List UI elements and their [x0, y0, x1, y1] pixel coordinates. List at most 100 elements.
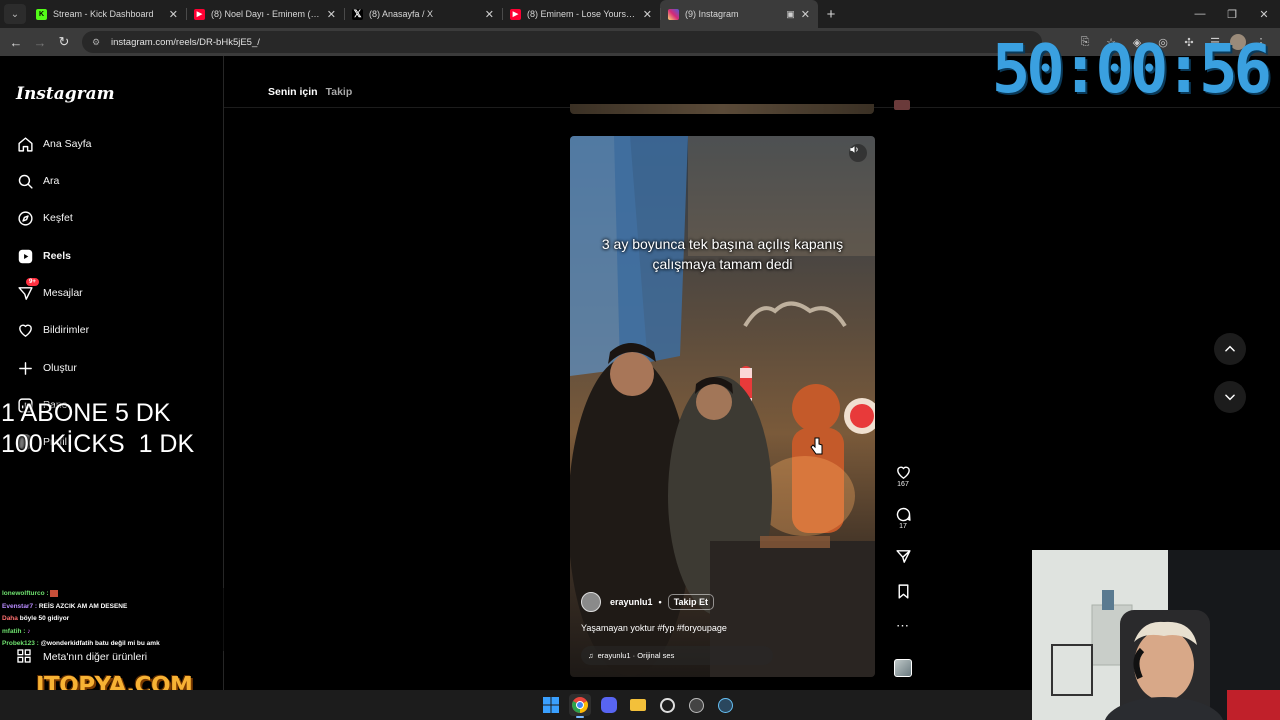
- audio-thumbnail[interactable]: [894, 659, 912, 677]
- new-tab-button[interactable]: +: [818, 0, 844, 28]
- discord-icon: [601, 697, 617, 713]
- reel-video[interactable]: 3 ay boyunca tek başına açılış kapanış ç…: [570, 136, 875, 677]
- picture-in-picture-icon[interactable]: ▣: [786, 9, 795, 20]
- chat-emote: ♪: [27, 627, 31, 635]
- chat-message: lonewolfturco :: [2, 588, 252, 601]
- close-icon[interactable]: ✕: [169, 8, 178, 21]
- reel-caption: 3 ay boyunca tek başına açılış kapanış ç…: [601, 236, 844, 272]
- previous-reel-audio-thumb[interactable]: [894, 100, 910, 110]
- stream-timer: 50:00:56: [991, 31, 1272, 109]
- chat-user: Probek123 :: [2, 640, 39, 647]
- sidebar-item-reels[interactable]: Reels: [16, 244, 71, 268]
- url-text: instagram.com/reels/DR-bHk5jE5_/: [111, 36, 260, 48]
- site-info-icon[interactable]: ⚙: [92, 37, 103, 48]
- reel-username[interactable]: erayunlu1: [610, 597, 653, 607]
- youtube-icon: ▶: [510, 8, 521, 20]
- webcam-feed: [1032, 550, 1280, 720]
- next-reel-button[interactable]: [1214, 381, 1246, 413]
- back-button[interactable]: ←: [4, 30, 28, 54]
- avatar[interactable]: [581, 592, 601, 612]
- close-icon[interactable]: ✕: [485, 8, 494, 21]
- reel-description: Yaşamayan yoktur #fyp #foryoupage: [581, 623, 727, 633]
- instagram-icon: [668, 8, 679, 20]
- sidebar-item-notifications[interactable]: Bildirimler: [16, 318, 89, 342]
- steam-icon: [717, 697, 733, 713]
- sidebar-item-label: Meta'nın diğer ürünleri: [43, 651, 148, 663]
- reload-button[interactable]: ↻: [52, 30, 76, 54]
- browser-tab-kick[interactable]: K Stream - Kick Dashboard ✕: [28, 0, 186, 28]
- previous-reel-preview[interactable]: [570, 104, 874, 114]
- stream-chat: lonewolfturco : Evenstar7 : REİS AZCIK A…: [2, 588, 252, 651]
- close-icon[interactable]: ✕: [801, 8, 810, 21]
- audio-label: erayunlu1 · Orijinal ses: [597, 651, 675, 660]
- sidebar-item-create[interactable]: Oluştur: [16, 356, 77, 380]
- grid-icon: [16, 648, 34, 666]
- sidebar-item-meta-products[interactable]: Meta'nın diğer ürünleri: [16, 648, 147, 666]
- app-icon: [688, 697, 704, 713]
- more-horizontal-icon: ⋯: [896, 618, 910, 633]
- previous-reel-button[interactable]: [1214, 333, 1246, 365]
- sidebar-item-label: Ara: [43, 175, 60, 187]
- sound-toggle-button[interactable]: [849, 144, 867, 162]
- maximize-button[interactable]: ❐: [1216, 0, 1248, 28]
- tab-for-you[interactable]: Senin için: [268, 86, 318, 98]
- chevron-down-icon: [1225, 394, 1235, 401]
- close-icon[interactable]: ✕: [643, 8, 652, 21]
- reel-audio-link[interactable]: ♫ erayunlu1 · Orijinal ses: [581, 646, 773, 665]
- close-icon[interactable]: ✕: [327, 8, 336, 21]
- browser-tab-x[interactable]: 𝕏 (8) Anasayfa / X ✕: [344, 0, 502, 28]
- heart-icon: [16, 321, 34, 339]
- browser-tabbar: ⌄ K Stream - Kick Dashboard ✕ ▶ (8) Noel…: [0, 0, 1280, 28]
- tab-search-button[interactable]: ⌄: [4, 4, 26, 24]
- comment-button[interactable]: 17: [890, 506, 916, 548]
- youtube-icon: ▶: [194, 8, 205, 20]
- kick-icon: K: [36, 8, 47, 20]
- sidebar-item-label: Oluştur: [43, 362, 77, 374]
- address-bar[interactable]: ⚙ instagram.com/reels/DR-bHk5jE5_/: [82, 31, 1042, 53]
- tab-label: (9) Instagram: [685, 9, 739, 19]
- forward-button[interactable]: →: [28, 30, 52, 54]
- like-button[interactable]: 167: [890, 464, 916, 506]
- browser-tab-youtube-eminem[interactable]: ▶ (8) Eminem - Lose Yourself - Yo ✕: [502, 0, 660, 28]
- sidebar-item-label: Keşfet: [43, 212, 73, 224]
- taskbar-obs[interactable]: [656, 694, 678, 716]
- follow-button[interactable]: Takip Et: [667, 594, 715, 610]
- bookmark-icon: [898, 584, 908, 599]
- reels-icon: [16, 247, 34, 265]
- taskbar-app[interactable]: [685, 694, 707, 716]
- sidebar-item-home[interactable]: Ana Sayfa: [16, 132, 91, 156]
- tab-following[interactable]: Takip: [326, 86, 353, 98]
- chat-message: mfatih : ♪: [2, 625, 252, 638]
- save-button[interactable]: [890, 583, 916, 618]
- windows-start-button[interactable]: [540, 694, 562, 716]
- taskbar-chrome[interactable]: [569, 694, 591, 718]
- browser-tab-instagram[interactable]: (9) Instagram ▣ ✕: [660, 0, 818, 28]
- sidebar-item-label: Mesajlar: [43, 287, 83, 299]
- window-controls: — ❐ ✕: [1184, 0, 1280, 28]
- close-window-button[interactable]: ✕: [1248, 0, 1280, 28]
- taskbar-discord[interactable]: [598, 694, 620, 716]
- chat-user: lonewolfturco :: [2, 590, 49, 597]
- minimize-button[interactable]: —: [1184, 0, 1216, 28]
- sidebar-item-label: Reels: [43, 250, 72, 262]
- webcam-scene: [1032, 550, 1280, 720]
- share-button[interactable]: [890, 548, 916, 583]
- sidebar-item-explore[interactable]: Keşfet: [16, 206, 73, 230]
- abone-line-2: 100 KİCKS 1 DK: [1, 430, 195, 458]
- sidebar-item-search[interactable]: Ara: [16, 169, 59, 193]
- reel-actions: 167 17 ⋯: [890, 464, 916, 677]
- more-options-button[interactable]: ⋯: [890, 618, 916, 653]
- send-icon: [895, 550, 911, 563]
- home-icon: [16, 135, 34, 153]
- sidebar-item-messages[interactable]: 9+ Mesajlar: [16, 278, 83, 305]
- tab-label: (8) Eminem - Lose Yourself - Yo: [527, 9, 637, 19]
- chevron-up-icon: [1225, 345, 1235, 352]
- obs-icon: [659, 697, 675, 713]
- hand-cursor-icon: [810, 437, 823, 455]
- taskbar-steam[interactable]: [714, 694, 736, 716]
- browser-tab-youtube-noel[interactable]: ▶ (8) Noel Dayı - Eminem (Yetişkin ✕: [186, 0, 344, 28]
- taskbar-file-explorer[interactable]: [627, 694, 649, 716]
- x-icon: 𝕏: [352, 8, 363, 20]
- instagram-logo[interactable]: Instagram: [16, 84, 115, 104]
- heart-icon: [896, 466, 910, 480]
